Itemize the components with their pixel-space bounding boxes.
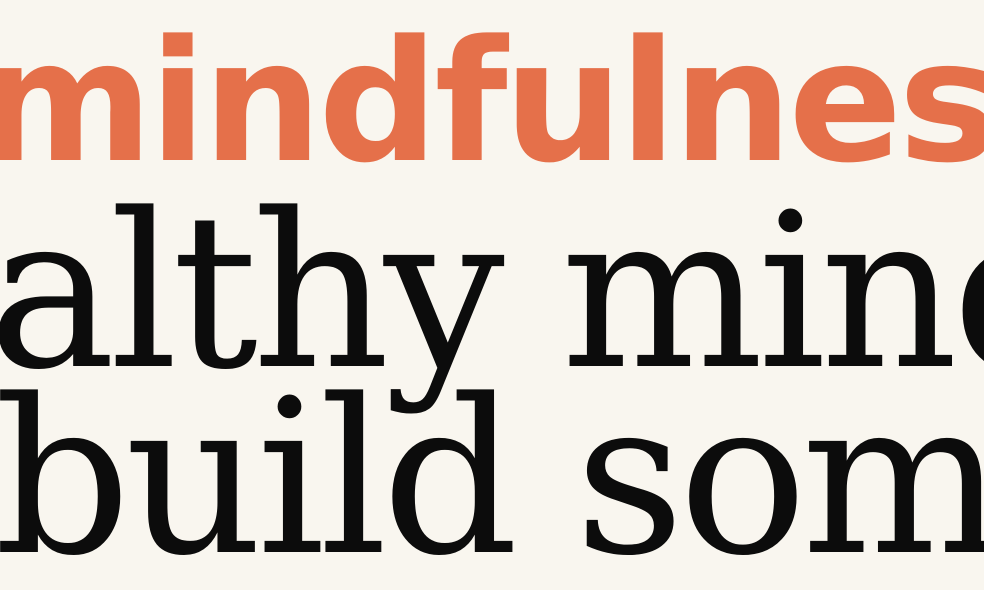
body-line-2: build someth (0, 354, 984, 590)
headline-word: mindfulness (0, 4, 984, 200)
text-canvas: mindfulness althy mind. O build someth (0, 0, 984, 590)
